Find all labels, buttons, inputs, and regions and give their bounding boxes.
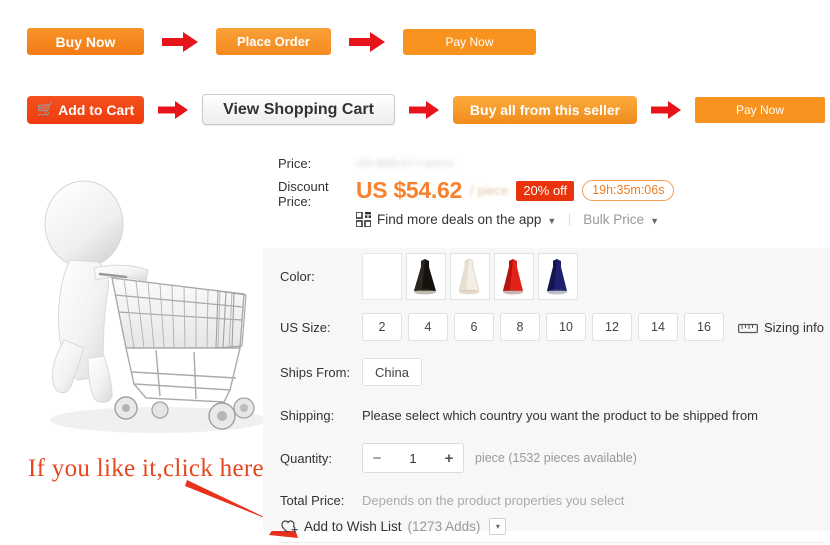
page-root: Buy Now Place Order Pay Now 🛒 Add to Car… (0, 0, 830, 544)
view-shopping-cart-button[interactable]: View Shopping Cart (202, 94, 395, 125)
place-order-label: Place Order (237, 34, 310, 49)
quantity-increase-button[interactable]: + (435, 451, 463, 466)
pay-now-label-2: Pay Now (735, 102, 785, 117)
discount-price-row: Discount Price: US $54.62 / piece 20% of… (278, 177, 798, 228)
total-price-label: Total Price: (280, 492, 345, 508)
sizing-info-label: Sizing info (764, 319, 824, 335)
place-order-button[interactable]: Place Order (216, 28, 331, 55)
ships-from-option-china[interactable]: China (362, 358, 422, 386)
price-label: Price: (278, 156, 312, 171)
size-option-12[interactable]: 12 (592, 313, 632, 341)
price-unit: / piece (470, 183, 509, 198)
arrow-right-icon (162, 31, 198, 52)
add-to-cart-label: Add to Cart (58, 101, 135, 118)
quantity-stepper[interactable]: − + (362, 443, 464, 473)
shipping-label: Shipping: (280, 407, 335, 423)
ships-from-label: Ships From: (280, 364, 351, 380)
color-swatch-red[interactable] (494, 252, 534, 300)
size-option-6[interactable]: 6 (454, 313, 494, 341)
ruler-icon (738, 322, 758, 333)
buy-now-label: Buy Now (55, 33, 116, 50)
size-option-16[interactable]: 16 (684, 313, 724, 341)
total-price-note: Depends on the product properties you se… (362, 492, 625, 508)
view-shopping-cart-label: View Shopping Cart (223, 100, 374, 118)
add-to-cart-button[interactable]: 🛒 Add to Cart (27, 95, 144, 124)
discount-badge: 20% off (516, 180, 575, 201)
size-option-14[interactable]: 14 (638, 313, 678, 341)
chevron-down-icon[interactable]: ▼ (547, 216, 556, 226)
size-option-4[interactable]: 4 (408, 313, 448, 341)
color-swatch-empty[interactable] (362, 252, 402, 300)
countdown-timer: 19h:35m:06s (582, 179, 675, 202)
us-size-row: US Size: 2 4 6 8 10 12 14 16 Sizing info (263, 304, 830, 350)
arrow-right-icon (158, 100, 188, 119)
quantity-label: Quantity: (280, 450, 333, 466)
deals-line: Find more deals on the app ▼ Bulk Price … (355, 211, 798, 228)
quantity-input[interactable] (391, 449, 435, 467)
discount-label-line2: Price: (278, 194, 312, 209)
product-properties-panel: Color: US Size: 2 4 6 8 10 12 14 16 Sizi… (263, 248, 830, 531)
discount-price-line: US $54.62 / piece 20% off 19h:35m:06s (356, 177, 798, 204)
divider (278, 542, 826, 543)
color-swatch-black[interactable] (406, 252, 446, 300)
wish-list-label: Add to Wish List (304, 519, 402, 534)
shipping-note: Please select which country you want the… (362, 407, 758, 423)
discount-label-line1: Discount (278, 179, 329, 194)
original-price-row: Price: US $68.27 / piece (278, 156, 798, 172)
discount-price-value: US $54.62 (356, 177, 462, 203)
pay-now-button-2[interactable]: Pay Now (695, 96, 825, 123)
arrow-right-icon (409, 100, 439, 119)
wish-list-count: (1273 Adds) (407, 519, 481, 534)
bulk-price-link[interactable]: Bulk Price (583, 212, 644, 227)
availability-text: piece (1532 pieces available) (475, 451, 637, 465)
sizing-info-link[interactable]: Sizing info (738, 320, 824, 335)
buy-now-button[interactable]: Buy Now (27, 28, 144, 55)
checkout-flow-row-1: Buy Now Place Order Pay Now (27, 28, 536, 55)
qr-code-icon (355, 211, 372, 228)
add-to-wish-list[interactable]: Add to Wish List (1273 Adds) ▾ (281, 518, 507, 535)
heart-plus-icon (281, 519, 298, 534)
checkout-flow-row-2: 🛒 Add to Cart View Shopping Cart Buy all… (27, 94, 825, 125)
quantity-row: Quantity: − + piece (1532 pieces availab… (263, 436, 830, 480)
quantity-decrease-button[interactable]: − (363, 451, 391, 466)
color-label: Color: (280, 268, 315, 284)
shopper-illustration (8, 152, 268, 447)
discount-price-label: Discount Price: (278, 179, 356, 209)
price-block: Price: US $68.27 / piece Discount Price:… (278, 156, 798, 229)
size-option-10[interactable]: 10 (546, 313, 586, 341)
color-swatch-ivory[interactable] (450, 252, 490, 300)
buy-all-label: Buy all from this seller (469, 101, 621, 118)
buy-all-from-seller-button[interactable]: Buy all from this seller (453, 95, 637, 124)
ships-from-row: Ships From: China (263, 350, 830, 394)
arrow-right-icon (651, 100, 681, 119)
size-option-2[interactable]: 2 (362, 313, 402, 341)
pay-now-label: Pay Now (445, 34, 494, 49)
total-price-row: Total Price: Depends on the product prop… (263, 480, 830, 520)
cart-icon: 🛒 (36, 100, 55, 117)
chevron-down-icon[interactable]: ▼ (650, 216, 659, 226)
color-row: Color: (263, 248, 830, 304)
pay-now-button[interactable]: Pay Now (403, 28, 536, 55)
size-option-8[interactable]: 8 (500, 313, 540, 341)
color-swatch-navy[interactable] (538, 252, 578, 300)
find-deals-link[interactable]: Find more deals on the app (377, 212, 541, 227)
chevron-down-icon[interactable]: ▾ (489, 518, 507, 535)
original-price-value: US $68.27 / piece (356, 156, 455, 170)
arrow-right-icon (349, 31, 385, 52)
divider (569, 213, 571, 226)
shipping-row: Shipping: Please select which country yo… (263, 394, 830, 436)
us-size-label: US Size: (280, 319, 331, 335)
